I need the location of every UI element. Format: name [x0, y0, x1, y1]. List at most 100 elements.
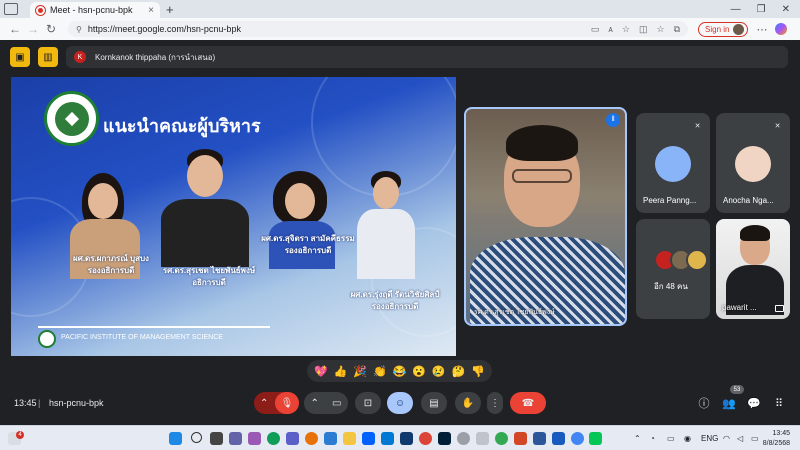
- more-options-button[interactable]: ⋮: [487, 392, 503, 414]
- outlook-icon[interactable]: [381, 432, 394, 445]
- sign-in-button[interactable]: Sign in: [698, 21, 749, 37]
- favorite-icon[interactable]: ☆: [622, 24, 630, 35]
- reaction-thinking-button[interactable]: 🤔: [452, 365, 466, 378]
- chat-icon: 💬: [747, 397, 761, 410]
- reaction-party-button[interactable]: 🎉: [353, 365, 367, 378]
- minimize-button[interactable]: —: [731, 4, 741, 15]
- executive-name-3: ผศ.ดร.สุจิตรา สามัคคีธรรม: [261, 234, 355, 243]
- chrome-window-icon[interactable]: [571, 432, 584, 445]
- back-icon[interactable]: ←: [6, 22, 24, 36]
- browser-tab[interactable]: Meet - hsn-pcnu-bpk ×: [30, 2, 160, 18]
- photoshop-icon[interactable]: [438, 432, 451, 445]
- executive-caption-4: ผศ.ดร.รุ่งฤดี รัตนวิชัยศิลป์ รองอธิการบด…: [337, 289, 453, 313]
- app-icon[interactable]: [552, 432, 565, 445]
- sign-in-label: Sign in: [705, 24, 730, 34]
- meeting-clock: 13:45: [14, 398, 37, 408]
- file-explorer-icon[interactable]: [343, 432, 356, 445]
- copilot-icon[interactable]: [775, 23, 788, 35]
- tray-app-icon[interactable]: ◔: [650, 434, 655, 443]
- search-icon[interactable]: [191, 432, 202, 443]
- reaction-thumbs-down-button[interactable]: 👎: [471, 365, 485, 378]
- task-view-icon[interactable]: [210, 432, 223, 445]
- chat-button[interactable]: 💬: [743, 392, 765, 414]
- teams-icon[interactable]: [229, 432, 242, 445]
- reaction-clap-button[interactable]: 👏: [373, 365, 387, 378]
- tray-app-icon[interactable]: ◉: [684, 434, 691, 443]
- raise-hand-button[interactable]: ✋: [455, 392, 481, 414]
- dropbox-icon[interactable]: [362, 432, 375, 445]
- speaker-name: รศ.ดร.สุรเชต ไชยพันธ์พงษ์: [474, 309, 555, 316]
- url-field[interactable]: ⚲ https://meet.google.com/hsn-pcnu-bpk ▭…: [68, 21, 688, 37]
- hide-presentation-icon[interactable]: ▣: [10, 47, 30, 67]
- tray-chevron-icon[interactable]: ⌃: [634, 434, 641, 443]
- language-indicator[interactable]: ENG: [701, 434, 718, 443]
- executive-name-1: ผศ.ดร.ผกาภรณ์ บุสบง: [73, 254, 149, 263]
- windows-taskbar: 4 ⌃ ◔ ▭ ◉ ENG ◠ ◁ ▭ 13:45 8/8/2568: [0, 425, 800, 450]
- new-tab-button[interactable]: +: [166, 2, 174, 17]
- microphone-toggle-button[interactable]: 🎙: [275, 392, 299, 414]
- volume-icon[interactable]: ◁: [737, 434, 743, 443]
- participant-tile-pawarit[interactable]: pawarit ...: [716, 219, 790, 319]
- app-icon[interactable]: [457, 432, 470, 445]
- tray-camera-icon[interactable]: ▭: [667, 434, 675, 443]
- participant-name: Anocha Nga...: [723, 196, 774, 205]
- address-bar-row: ← → ↻ ⚲ https://meet.google.com/hsn-pcnu…: [0, 18, 800, 40]
- chrome-profile-icon[interactable]: [495, 432, 508, 445]
- presentation-layout-icon[interactable]: ▥: [38, 47, 58, 67]
- split-screen-icon[interactable]: ◫: [639, 24, 648, 35]
- activities-button[interactable]: ⠿: [768, 392, 790, 414]
- read-aloud-icon[interactable]: ᴀ: [608, 24, 612, 35]
- camera-toggle-button[interactable]: ⌃ ▭: [304, 392, 348, 414]
- close-window-button[interactable]: ✕: [782, 4, 790, 15]
- browser-menu-icon[interactable]: ⋯: [756, 23, 767, 36]
- collections-icon[interactable]: ⧉: [674, 24, 680, 35]
- reaction-heart-button[interactable]: 💖: [314, 365, 328, 378]
- profile-avatar: [733, 23, 745, 35]
- present-now-button[interactable]: ⊡: [355, 392, 381, 414]
- reload-icon[interactable]: ↻: [42, 22, 60, 36]
- emoji-reactions-button[interactable]: ☺: [387, 392, 413, 414]
- tab-actions-icon[interactable]: [4, 3, 18, 15]
- copilot-app-icon[interactable]: [248, 432, 261, 445]
- teams-chat-icon[interactable]: [286, 432, 299, 445]
- reaction-surprised-button[interactable]: 😮: [412, 365, 426, 378]
- executive-caption-2: รศ.ดร.สุรเชต ไชยพันธ์พงษ์ อธิการบดี: [149, 265, 269, 289]
- picture-in-picture-icon[interactable]: [775, 305, 784, 312]
- favorites-icon[interactable]: ☆: [656, 24, 664, 35]
- leave-call-button[interactable]: ☎: [510, 392, 546, 414]
- active-speaker-tile[interactable]: ⦀ รศ.ดร.สุรเชต ไชยพันธ์พงษ์: [464, 107, 627, 326]
- participant-name: pawarit ...: [722, 303, 757, 312]
- camera-in-use-icon[interactable]: ▭: [591, 24, 600, 35]
- powerpoint-icon[interactable]: [514, 432, 527, 445]
- more-participants-tile[interactable]: อีก 48 คน: [636, 219, 710, 319]
- captions-button[interactable]: ▤: [421, 392, 447, 414]
- app-icon[interactable]: [476, 432, 489, 445]
- browser-tab-bar: Meet - hsn-pcnu-bpk × + — ❐ ✕: [0, 0, 800, 18]
- reaction-sad-button[interactable]: 😢: [432, 365, 446, 378]
- reaction-thumbs-up-button[interactable]: 👍: [334, 365, 348, 378]
- word-doc-icon[interactable]: [533, 432, 546, 445]
- battery-icon[interactable]: ▭: [751, 434, 759, 443]
- people-button[interactable]: 👥: [718, 392, 740, 414]
- site-info-icon[interactable]: ⚲: [76, 25, 82, 34]
- reaction-laugh-button[interactable]: 😂: [393, 365, 407, 378]
- meeting-info-button[interactable]: ⓘ: [693, 392, 715, 414]
- info-icon: ⓘ: [698, 398, 710, 410]
- edge-icon[interactable]: [267, 432, 280, 445]
- line-icon[interactable]: [589, 432, 602, 445]
- word-icon[interactable]: [324, 432, 337, 445]
- chrome-icon[interactable]: [419, 432, 432, 445]
- participant-tile-peera[interactable]: ✕ Peera Panng...: [636, 113, 710, 213]
- tab-close-button[interactable]: ×: [148, 5, 154, 16]
- emoji-icon: ☺: [394, 397, 406, 409]
- firefox-icon[interactable]: [305, 432, 318, 445]
- maximize-button[interactable]: ❐: [757, 4, 766, 15]
- executive-role-2: อธิการบดี: [192, 278, 226, 287]
- system-clock[interactable]: 13:45 8/8/2568: [763, 429, 790, 449]
- start-icon[interactable]: [169, 432, 182, 445]
- presentation-slide: แนะนำคณะผู้บริหาร ผศ.ดร.ผกาภรณ์ บุสบง รอ…: [11, 77, 456, 356]
- app-icon[interactable]: [400, 432, 413, 445]
- wifi-icon[interactable]: ◠: [723, 434, 730, 443]
- participant-tile-anocha[interactable]: ✕ Anocha Nga...: [716, 113, 790, 213]
- forward-icon[interactable]: →: [24, 22, 42, 36]
